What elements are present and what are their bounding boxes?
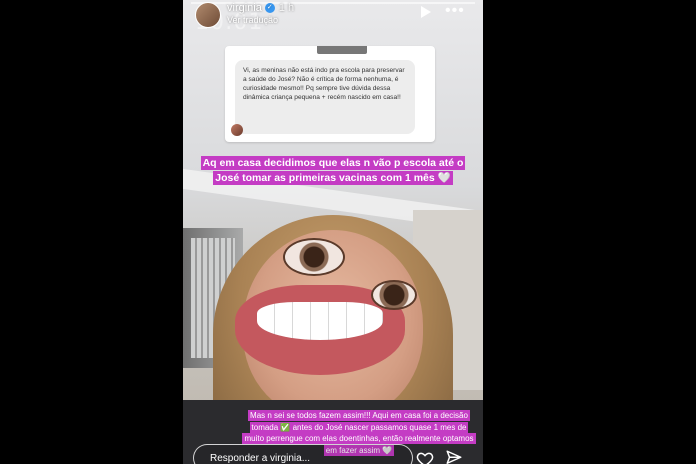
- translation-link[interactable]: Ver tradução: [227, 15, 278, 25]
- story-viewer: 10:01 virginia ✓ 1 h Ver tradução ••• Vi, …: [183, 0, 483, 464]
- question-card-header: [317, 46, 367, 54]
- avatar[interactable]: [195, 2, 221, 28]
- left-eye: [283, 238, 345, 276]
- teeth: [257, 302, 383, 340]
- caption-top: Aq em casa decidimos que elas n vão p es…: [195, 156, 471, 186]
- more-options-icon[interactable]: •••: [445, 2, 465, 20]
- verified-badge-icon: ✓: [264, 3, 275, 14]
- heart-icon[interactable]: [416, 450, 434, 464]
- username[interactable]: virginia: [227, 2, 262, 14]
- time-ago: 1 h: [278, 2, 295, 14]
- caption-top-text: Aq em casa decidimos que elas n vão p es…: [200, 156, 466, 185]
- send-icon[interactable]: [445, 449, 463, 464]
- right-eye: [371, 280, 417, 310]
- reply-input[interactable]: Responder a virginia...: [193, 444, 413, 464]
- play-icon[interactable]: [421, 6, 431, 18]
- question-bubble: Vi, as meninas não está indo pra escola …: [235, 60, 415, 134]
- question-card: Vi, as meninas não está indo pra escola …: [225, 46, 435, 142]
- story-header: virginia ✓ 1 h: [227, 2, 294, 14]
- question-author-avatar: [231, 124, 243, 136]
